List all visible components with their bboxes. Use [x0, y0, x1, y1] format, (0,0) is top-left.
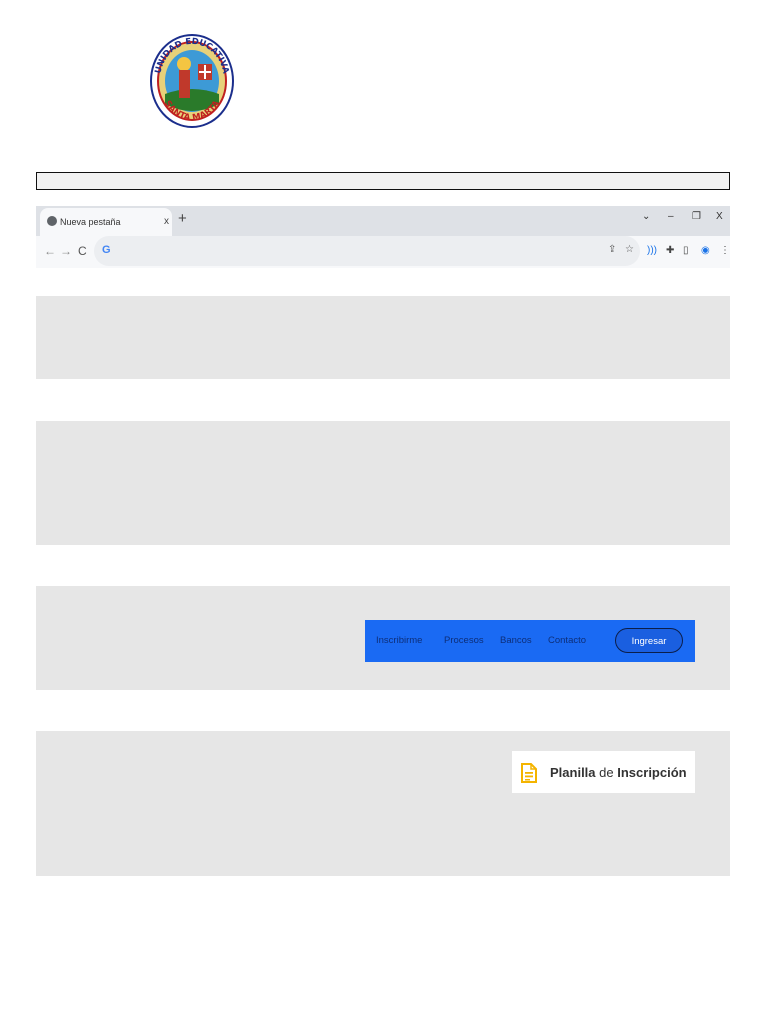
restore-icon[interactable]: ❐ [692, 211, 701, 222]
reload-icon[interactable]: C [78, 244, 87, 258]
panel-2 [36, 421, 730, 545]
back-icon[interactable]: ← [44, 244, 56, 258]
ingresar-button[interactable]: Ingresar [615, 628, 683, 653]
tab-search-icon[interactable]: ⌄ [642, 211, 650, 222]
new-tab-icon[interactable]: + [178, 210, 187, 227]
menu-icon[interactable]: ⋮ [720, 245, 730, 256]
share-icon[interactable]: ⇪ [608, 244, 616, 255]
audio-icon[interactable]: ))) [647, 245, 657, 256]
address-bar[interactable]: G ⇪ ☆ [94, 236, 640, 266]
tab-title: Nueva pestaña [60, 217, 121, 227]
panel-1 [36, 296, 730, 379]
tab-close-icon[interactable]: x [164, 216, 169, 227]
extensions-icon[interactable]: ✚ [666, 245, 674, 256]
nav-link-contacto[interactable]: Contacto [548, 635, 586, 646]
star-icon[interactable]: ☆ [625, 244, 634, 255]
browser-tab[interactable]: Nueva pestaña x [40, 208, 172, 236]
browser-toolbar: ← → C G ⇪ ☆ ))) ✚ ▯ ◉ ⋮ [36, 236, 730, 268]
panel-3: Inscribirme Procesos Bancos Contacto Ing… [36, 586, 730, 690]
nav-link-inscribirme[interactable]: Inscribirme [376, 635, 422, 646]
panel-4: Planilla de Inscripción [36, 731, 730, 876]
browser-window: Nueva pestaña x + ⌄ – ❐ X ← → C G ⇪ ☆ ))… [36, 206, 730, 268]
sidebar-icon[interactable]: ▯ [683, 245, 689, 256]
nav-link-procesos[interactable]: Procesos [444, 635, 484, 646]
document-icon [521, 763, 537, 783]
profile-icon[interactable]: ◉ [701, 245, 710, 256]
google-icon: G [102, 244, 111, 256]
window-close-icon[interactable]: X [716, 211, 723, 222]
planilla-label: Planilla de Inscripción [550, 765, 687, 780]
forward-icon[interactable]: → [60, 244, 72, 258]
planilla-inscripcion-button[interactable]: Planilla de Inscripción [512, 751, 695, 793]
school-seal-logo: UNIDAD EDUCATIVA SANTA MARTA [150, 34, 234, 128]
chrome-icon [47, 216, 57, 226]
minimize-icon[interactable]: – [668, 211, 674, 222]
header-bar [36, 172, 730, 190]
nav-link-bancos[interactable]: Bancos [500, 635, 532, 646]
site-navbar: Inscribirme Procesos Bancos Contacto Ing… [365, 620, 695, 662]
